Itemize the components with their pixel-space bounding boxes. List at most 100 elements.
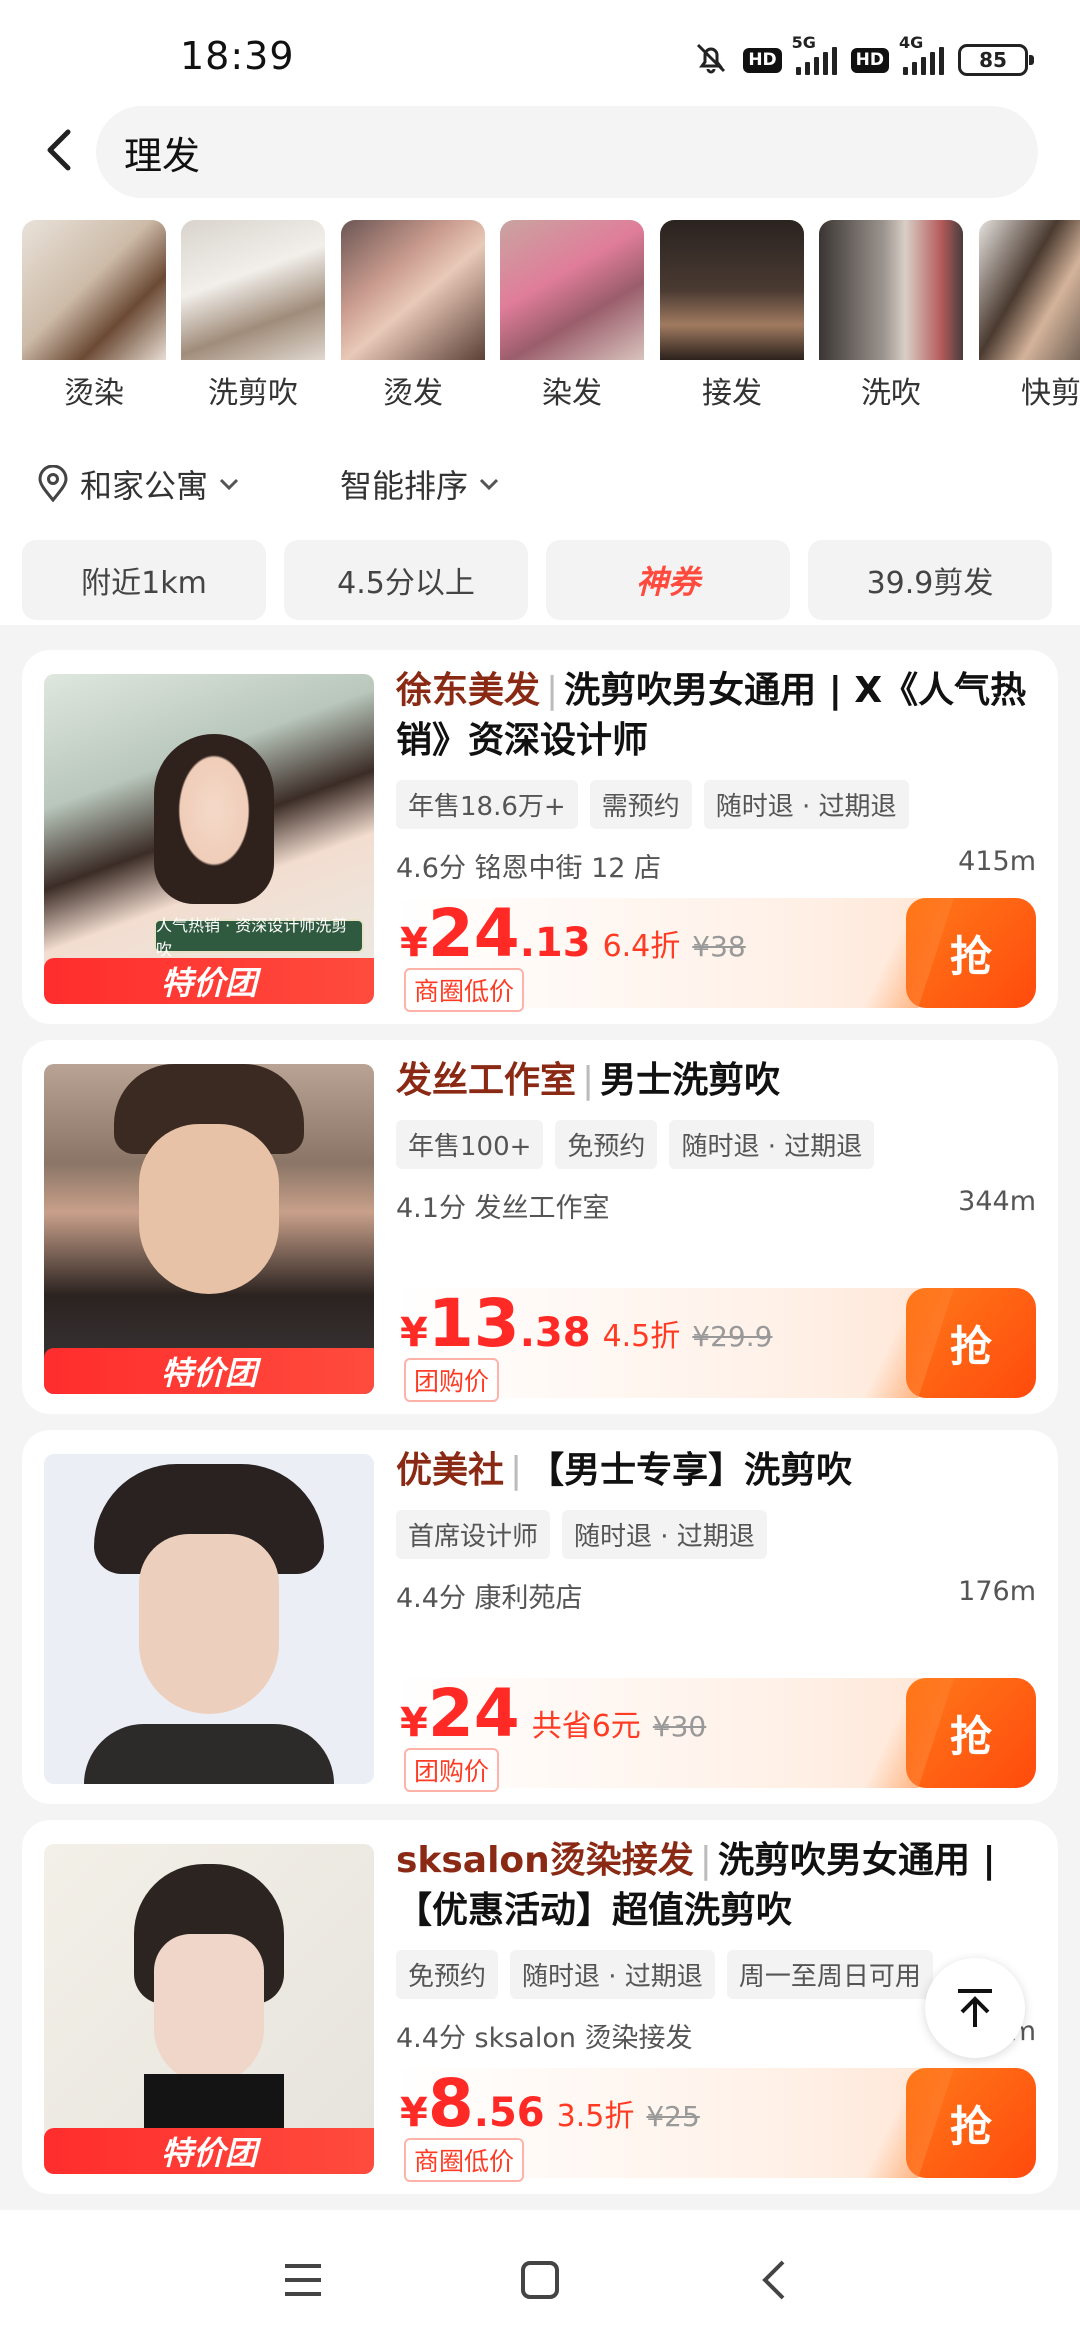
deal-thumbnail: 特价团 <box>44 1844 374 2174</box>
category-label: 接发 <box>660 360 804 420</box>
signal-4g-icon: 4G <box>899 33 944 75</box>
deal-card[interactable]: 特价团 发丝工作室 | 男士洗剪吹 年售100+ 免预约 随时退 · 过期退 4.1… <box>22 1040 1058 1414</box>
rating-branch: 4.4分 康利苑店 <box>396 1583 583 1614</box>
filter-chip-rating[interactable]: 4.5分以上 <box>284 540 528 620</box>
price: ¥8.56 3.5折 ¥25 <box>400 2065 700 2142</box>
rating-branch: 4.1分 发丝工作室 <box>396 1193 610 1224</box>
back-to-top-button[interactable] <box>925 1958 1025 2058</box>
discount: 3.5折 <box>556 2099 635 2134</box>
distance: 415m <box>958 846 1036 877</box>
tejia-badge: 特价团 <box>44 958 374 1004</box>
model-portrait <box>139 1124 279 1294</box>
home-nav-button[interactable] <box>510 2250 570 2310</box>
model-turtleneck <box>144 2074 284 2134</box>
price-bar: ¥13.38 4.5折 ¥29.9 团购价 抢 <box>392 1285 1036 1402</box>
category-label: 快剪 <box>979 360 1080 420</box>
distance: 176m <box>958 1576 1036 1607</box>
filter-chip-haircut[interactable]: 39.9剪发 <box>808 540 1052 620</box>
price: ¥24.13 6.4折 ¥38 <box>400 895 746 972</box>
filter-chips: 附近1km 4.5分以上 神券 39.9剪发 <box>0 535 1080 625</box>
original-price: ¥38 <box>692 930 746 963</box>
location-pin-icon <box>38 465 68 503</box>
menu-nav-button[interactable] <box>273 2250 333 2310</box>
category-image <box>979 220 1080 360</box>
price-bar: ¥24 共省6元 ¥30 团购价 抢 <box>392 1675 1036 1792</box>
category-item[interactable]: 接发 <box>660 220 804 420</box>
deal-tags: 年售18.6万+ 需预约 随时退 · 过期退 <box>396 780 909 829</box>
discount: 共省6元 <box>531 1709 641 1744</box>
back-button[interactable] <box>38 122 78 182</box>
deal-card[interactable]: 特价团 sksalon烫染接发 | 洗剪吹男女通用 | 【优惠活动】超值洗剪吹 免预… <box>22 1820 1058 2194</box>
deal-card[interactable]: 人气热销 · 资深设计师洗剪吹 特价团 徐东美发 | 洗剪吹男女通用 | X《人气热… <box>22 650 1058 1024</box>
price-bar: ¥8.56 3.5折 ¥25 商圈低价 抢 <box>392 2065 1036 2182</box>
grab-button[interactable]: 抢 <box>906 898 1036 1008</box>
category-image <box>181 220 325 360</box>
system-nav-bar <box>0 2210 1080 2340</box>
category-strip: 烫染 洗剪吹 烫发 染发 接发 洗吹 快剪 <box>0 210 1080 425</box>
tejia-badge: 特价团 <box>44 2128 374 2174</box>
rating-branch: 4.4分 sksalon 烫染接发 <box>396 2023 693 2054</box>
status-time: 18:39 <box>180 34 295 78</box>
category-item[interactable]: 快剪 <box>979 220 1080 420</box>
status-icons: HD 5G HD 4G 85 <box>693 33 1034 80</box>
search-input[interactable] <box>124 128 984 176</box>
price: ¥13.38 4.5折 ¥29.9 <box>400 1285 773 1362</box>
back-nav-button[interactable] <box>745 2250 805 2310</box>
sort-selector[interactable]: 智能排序 <box>340 461 500 507</box>
category-item[interactable]: 烫染 <box>22 220 166 420</box>
deal-title: sksalon烫染接发 | 洗剪吹男女通用 | 【优惠活动】超值洗剪吹 <box>396 1840 996 1931</box>
shop-meta: 4.1分 发丝工作室 344m <box>396 1186 1036 1225</box>
original-price: ¥29.9 <box>692 1320 773 1353</box>
category-item[interactable]: 洗剪吹 <box>181 220 325 420</box>
grab-button[interactable]: 抢 <box>906 2068 1036 2178</box>
thumb-caption: 人气热销 · 资深设计师洗剪吹 <box>154 916 364 959</box>
grab-button[interactable]: 抢 <box>906 1678 1036 1788</box>
category-label: 烫发 <box>341 360 485 420</box>
category-image <box>341 220 485 360</box>
location-selector[interactable]: 和家公寓 <box>36 461 240 507</box>
chevron-down-icon <box>479 478 499 491</box>
search-box[interactable] <box>96 106 1038 198</box>
category-image <box>819 220 963 360</box>
filter-chip-coupon[interactable]: 神券 <box>546 540 790 620</box>
battery-icon: 85 <box>958 44 1034 76</box>
category-label: 洗吹 <box>819 360 963 420</box>
hd-icon: HD <box>743 47 782 73</box>
deal-thumbnail <box>44 1454 374 1784</box>
tag-pill: 周一至周日可用 <box>726 1950 933 1999</box>
tag-pill: 年售18.6万+ <box>396 780 578 829</box>
search-header <box>0 100 1080 210</box>
tag-pill: 随时退 · 过期退 <box>510 1950 715 1999</box>
deal-tags: 免预约 随时退 · 过期退 周一至周日可用 <box>396 1950 933 1999</box>
deal-name: 【男士专享】洗剪吹 <box>528 1450 853 1491</box>
tag-pill: 需预约 <box>589 780 692 829</box>
shop-name: 发丝工作室 <box>396 1060 577 1101</box>
hd-icon-2: HD <box>850 47 889 73</box>
sort-label: 智能排序 <box>340 467 469 505</box>
shop-meta: 4.4分 康利苑店 176m <box>396 1576 1036 1615</box>
deal-tags: 年售100+ 免预约 随时退 · 过期退 <box>396 1120 875 1169</box>
tag-pill: 免预约 <box>396 1950 499 1999</box>
category-item[interactable]: 洗吹 <box>819 220 963 420</box>
back-arrow-icon <box>47 129 71 171</box>
deal-title: 发丝工作室 | 男士洗剪吹 <box>396 1060 781 1101</box>
mute-bell-icon <box>693 40 729 80</box>
shop-name: sksalon烫染接发 <box>396 1840 694 1881</box>
back-icon <box>762 2260 785 2300</box>
price: ¥24 共省6元 ¥30 <box>400 1675 707 1752</box>
original-price: ¥30 <box>652 1710 707 1743</box>
tag-pill: 免预约 <box>555 1120 658 1169</box>
tag-pill: 年售100+ <box>396 1120 544 1169</box>
status-bar: 18:39 HD 5G HD 4G 85 <box>0 0 1080 100</box>
model-portrait <box>139 1534 279 1714</box>
grab-button[interactable]: 抢 <box>906 1288 1036 1398</box>
price-tag: 商圈低价 <box>404 2138 525 2182</box>
filter-chip-nearby[interactable]: 附近1km <box>22 540 266 620</box>
deal-thumbnail: 特价团 <box>44 1064 374 1394</box>
category-label: 染发 <box>500 360 644 420</box>
tejia-badge: 特价团 <box>44 1348 374 1394</box>
category-item[interactable]: 染发 <box>500 220 644 420</box>
deal-card[interactable]: 优美社 | 【男士专享】洗剪吹 首席设计师 随时退 · 过期退 4.4分 康利苑店 … <box>22 1430 1058 1804</box>
category-item[interactable]: 烫发 <box>341 220 485 420</box>
model-portrait <box>154 1934 264 2084</box>
